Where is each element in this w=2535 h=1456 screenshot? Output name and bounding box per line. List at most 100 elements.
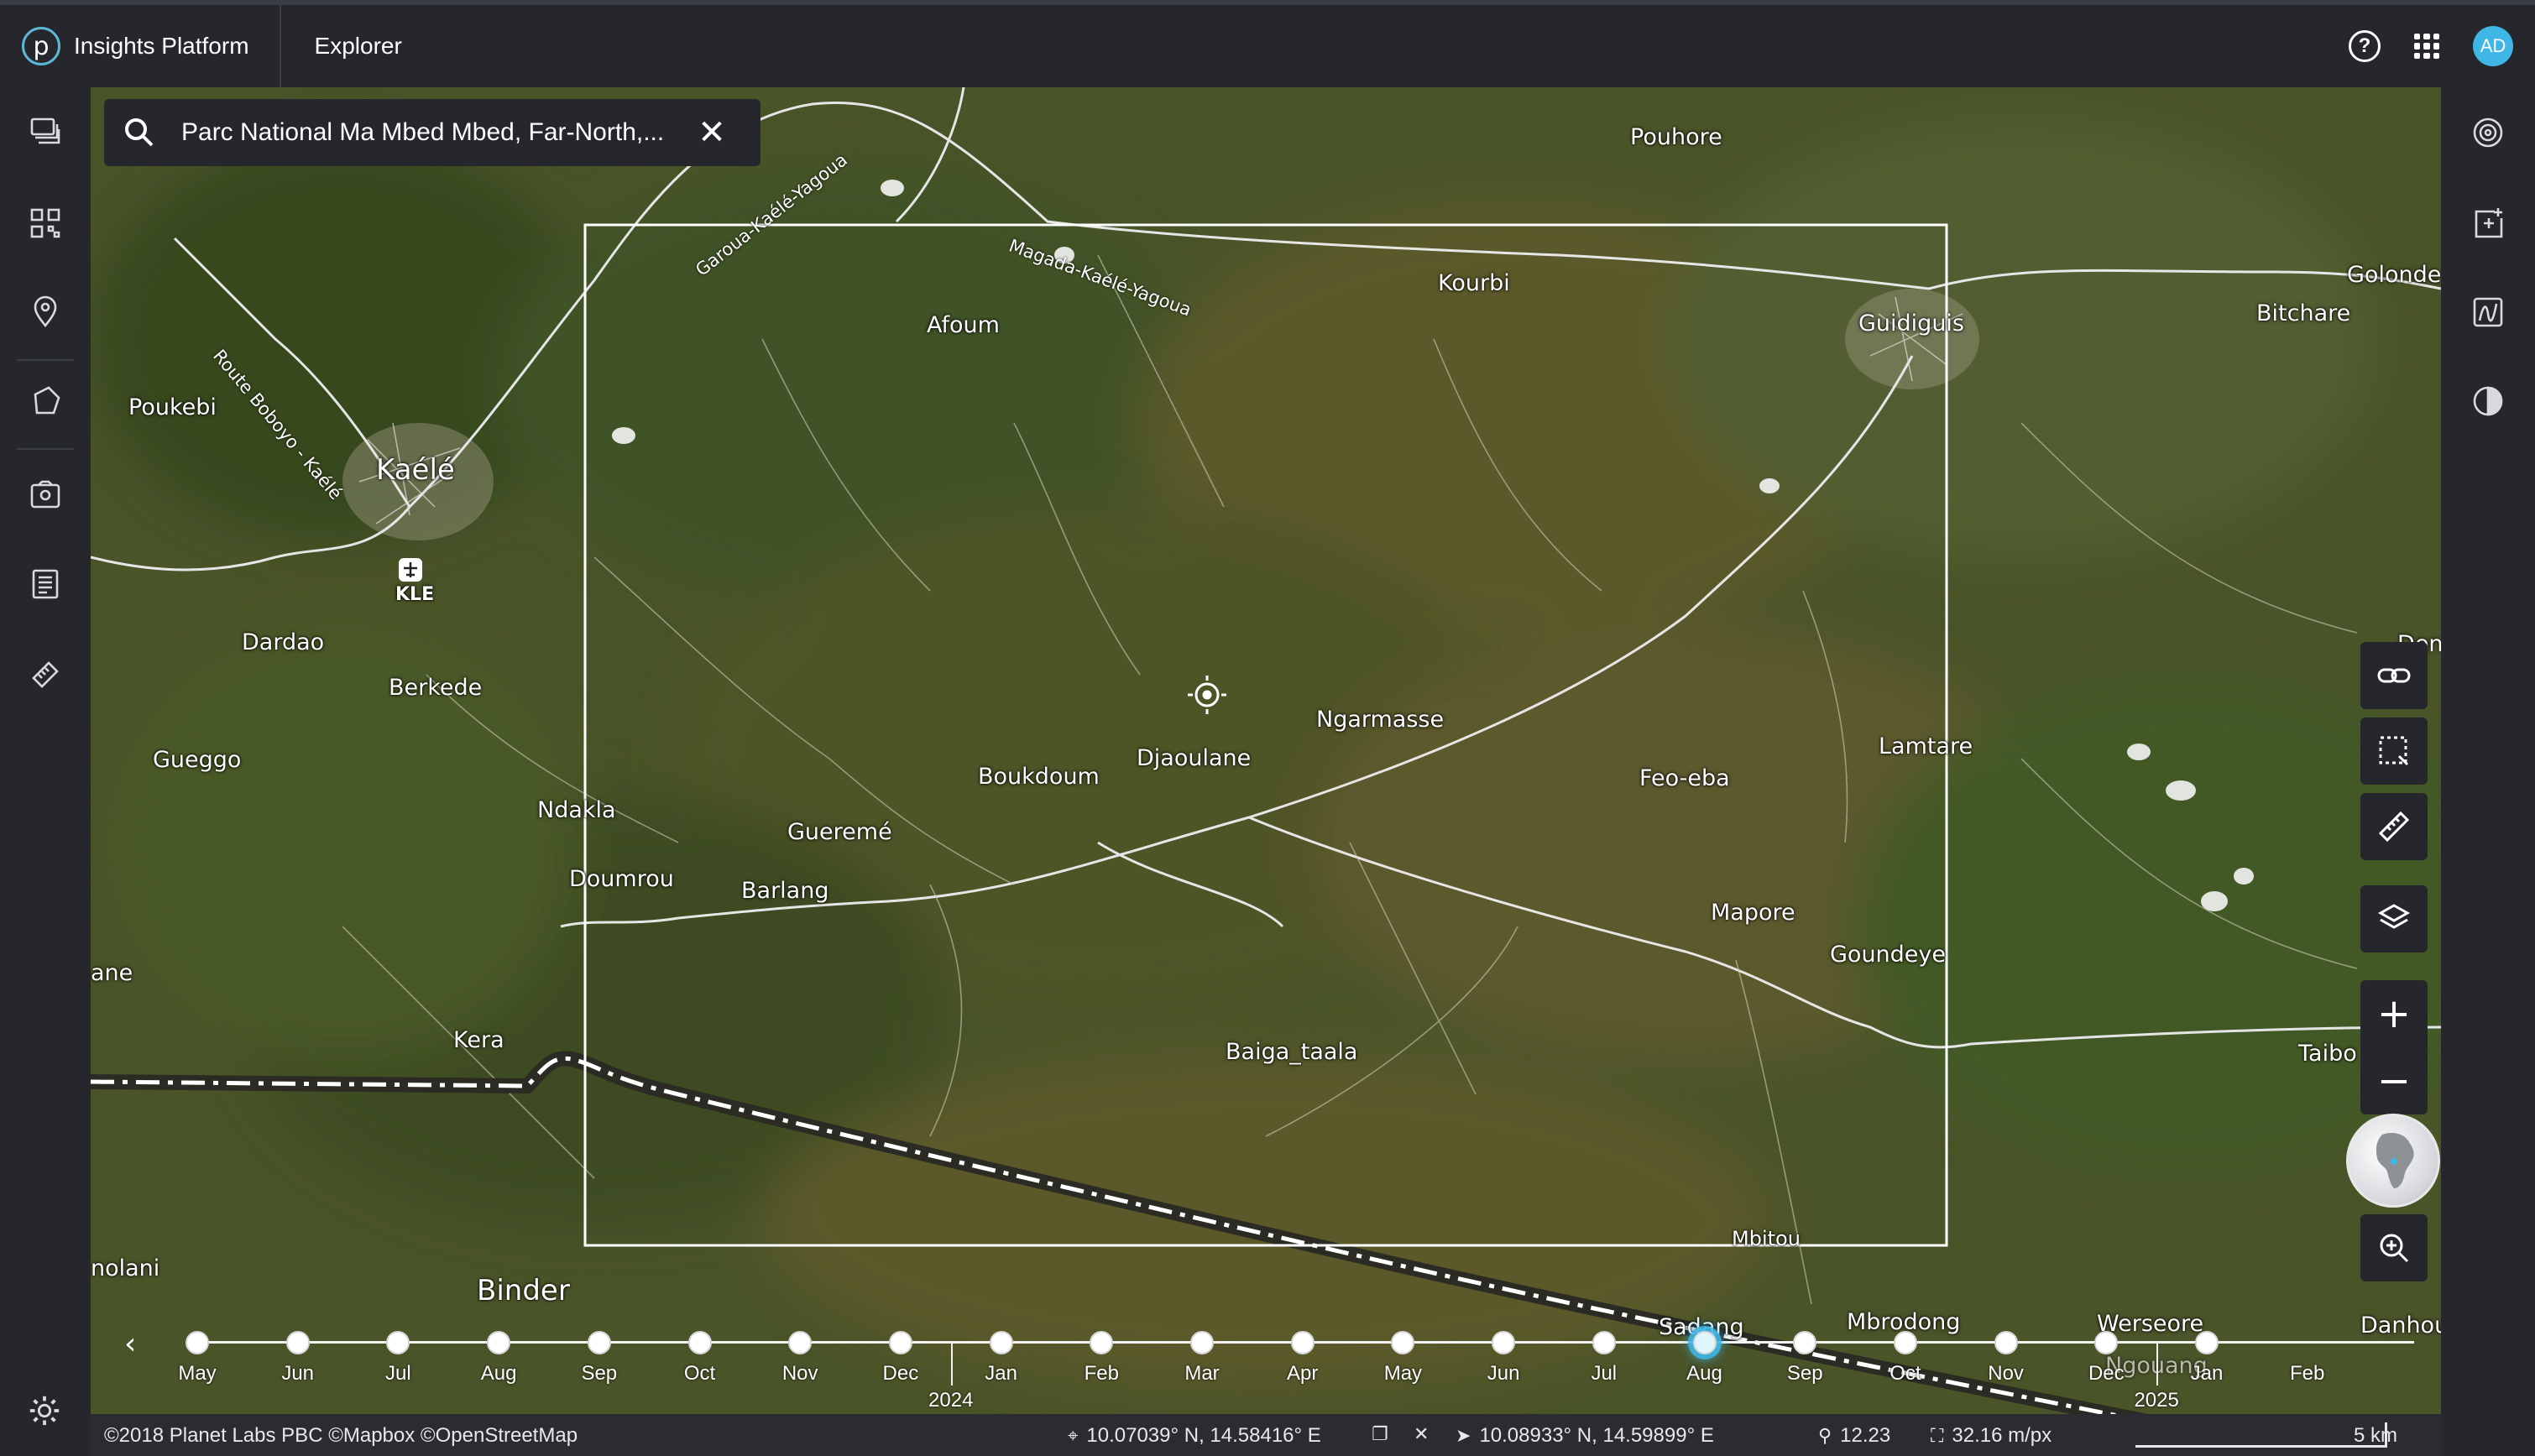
share-link-button[interactable] [2360,642,2428,709]
timeline-dot[interactable] [285,1331,310,1354]
timeline-dot[interactable] [2094,1331,2119,1354]
layers-stack-icon[interactable] [24,111,67,154]
place-label: Afoum [927,312,1000,338]
timeline-dot[interactable] [1893,1331,1917,1354]
chevron-left-icon[interactable]: ‹ [124,1327,136,1361]
layers-button[interactable] [2360,885,2428,952]
place-label: Lamtare [1879,733,1973,759]
timeline-month-label: Jun [281,1362,315,1385]
timeline-dot[interactable] [1290,1331,1315,1354]
timeline-dot[interactable] [1994,1331,2018,1354]
place-label: Binder [477,1274,570,1307]
place-label: Mbitou [1732,1227,1801,1250]
photo-location-icon[interactable] [24,473,67,517]
scale-label: 5 km [2354,1424,2398,1447]
copy-icon[interactable]: ❐ [1372,1424,1388,1445]
chart-frame-icon[interactable] [2466,290,2510,334]
place-label: nolani [91,1255,160,1281]
timeline-dot[interactable] [1692,1331,1717,1354]
timeline-dot[interactable] [186,1331,209,1354]
place-label: Feo-eba [1639,765,1730,791]
place-label: Gueremé [787,819,892,845]
map-canvas[interactable]: Magada-Kaélé-Yagoua Garoua-Kaélé-Yagoua … [91,87,2441,1414]
map-attribution[interactable]: ©2018 Planet Labs PBC ©Mapbox ©OpenStree… [104,1424,578,1448]
location-pin-icon[interactable] [24,290,67,334]
place-label: Ndakla [537,797,616,823]
timeline-year-tick [2156,1344,2159,1386]
timeline-month-label: Dec [882,1362,919,1385]
zoom-search-icon [2380,1234,2409,1263]
timeline: ‹ May Jun Jul Aug Sep Oct Nov Dec Jan Feb Mar Apr Ma… [91,1322,2441,1414]
timeline-dot[interactable] [888,1331,912,1354]
avatar[interactable]: AD [2473,26,2513,66]
app-name: Insights Platform [74,33,249,59]
contrast-icon[interactable] [2466,379,2510,423]
link-icon [2377,668,2411,683]
timeline-month-label: Jul [1591,1362,1618,1385]
timeline-dot[interactable] [1492,1331,1516,1354]
apps-grid-icon[interactable] [2414,34,2439,59]
timeline-dot[interactable] [687,1331,712,1354]
section-title[interactable]: Explorer [281,33,402,60]
radar-scan-icon[interactable] [2466,111,2510,154]
timeline-dot[interactable] [1190,1331,1214,1354]
airport-label: KLE [395,584,435,605]
measure-button[interactable] [2360,793,2428,860]
place-label: Kourbi [1438,270,1510,296]
timeline-dot[interactable] [587,1331,611,1354]
timeline-month-label: Sep [581,1362,618,1385]
timeline-dot[interactable] [2195,1331,2219,1354]
attribution-text: ©2018 Planet Labs PBC ©Mapbox ©OpenStree… [104,1424,578,1447]
grid-qr-icon[interactable] [24,201,67,245]
place-label: Mapore [1711,900,1795,926]
app-logo-icon: p [22,27,60,65]
timeline-dot[interactable] [386,1331,410,1354]
satellite-imagery [91,87,2441,1414]
select-area-button[interactable] [2360,718,2428,785]
timeline-month-label: Apr [1287,1362,1319,1385]
timeline-dot[interactable] [1391,1331,1415,1354]
top-bar: p Insights Platform Explorer ? AD [0,0,2535,87]
timeline-month-label: Aug [480,1362,517,1385]
top-right-actions: ? AD [2349,5,2513,87]
timeline-dot[interactable] [1793,1331,1817,1354]
timeline-month-label: Dec [2088,1362,2125,1385]
place-label: Goundeye [1830,942,1947,968]
zoom-controls: + − [2360,980,2428,1114]
timeline-year-label: 2024 [928,1389,974,1412]
right-rail [2441,87,2535,1456]
brand[interactable]: p Insights Platform [0,5,281,87]
place-label: Kaélé [376,453,455,487]
globe-minimap[interactable] [2346,1114,2440,1208]
gear-icon[interactable] [24,1390,65,1432]
tag-ruler-icon[interactable] [24,653,67,697]
search-icon[interactable] [123,116,156,149]
timeline-dot[interactable] [1090,1331,1114,1354]
zoom-search-button[interactable] [2360,1214,2428,1281]
timeline-month-label: Nov [781,1362,818,1385]
timeline-dot[interactable] [1592,1331,1616,1354]
place-label: Bitchare [2256,300,2351,326]
polygon-icon[interactable] [24,379,67,423]
rail-divider [17,359,74,361]
timeline-dot[interactable] [487,1331,511,1354]
list-document-icon[interactable] [24,562,67,606]
timeline-month-label: Aug [1686,1362,1722,1385]
place-label: Guidiguis [1858,311,1964,337]
timeline-month-label: Sep [1786,1362,1823,1385]
place-label: Berkede [389,675,483,701]
timeline-dot[interactable] [788,1331,813,1354]
place-label: Golonde [2347,262,2441,288]
zoom-out-button[interactable]: − [2360,1047,2428,1114]
africa-globe-icon [2376,1133,2414,1188]
zoom-in-button[interactable]: + [2360,980,2428,1047]
timeline-dot[interactable] [989,1331,1013,1354]
search-input[interactable] [181,118,685,147]
close-icon[interactable]: ✕ [1414,1424,1429,1445]
magnifier-icon: ⚲ [1818,1425,1832,1447]
timeline-month-label: Oct [683,1362,716,1385]
timeline-year-label: 2025 [2134,1389,2179,1412]
help-icon[interactable]: ? [2349,30,2381,62]
close-icon[interactable]: ✕ [695,113,729,152]
add-panel-icon[interactable] [2466,201,2510,245]
